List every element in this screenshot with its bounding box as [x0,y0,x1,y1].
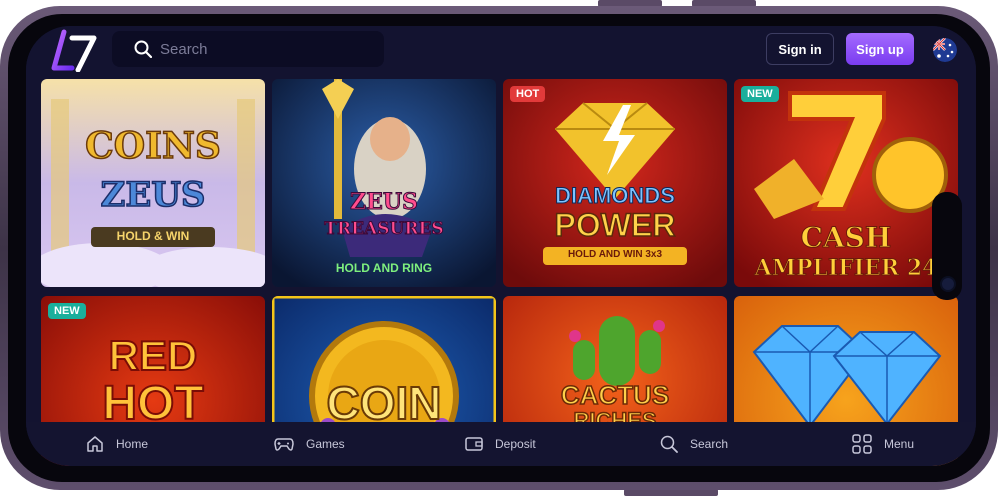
game-title-line2: ZEUS [100,174,206,216]
l7-logo[interactable] [50,28,100,72]
gamepad-icon [274,438,294,451]
game-title-line1: COINS [84,124,221,168]
game-tile-cash-amplifier-24[interactable]: NEW CASH AMPLIFIER 24 [734,79,958,287]
sign-in-button[interactable]: Sign in [766,33,834,65]
game-title-line3: HOLD & WIN [116,229,190,243]
game-tile-zeus-treasures[interactable]: ZEUS TREASURES HOLD AND RING [272,79,496,287]
search-icon [660,435,678,453]
hot-badge: HOT [510,86,546,102]
grid-icon [852,434,872,454]
game-art [272,79,496,287]
search-bar[interactable] [112,31,384,67]
camera-lens [940,276,956,292]
game-title-line2: AMPLIFIER 24 [754,255,938,282]
game-title-line1: DIAMONDS [555,183,676,209]
nav-home-label: Home [116,437,149,451]
screen: Sign in Sign up [26,26,976,466]
new-badge: NEW [741,86,779,102]
game-title-line3: HOLD AND RING [335,261,433,275]
nav-home[interactable]: Home [86,422,148,466]
game-title-line1: CASH [800,221,892,255]
game-title-line3: HOLD AND WIN 3x3 [567,249,663,260]
nav-search[interactable]: Search [660,422,728,466]
new-badge: NEW [48,303,86,319]
bottom-nav: Home Games Deposit Search Menu [26,422,976,466]
nav-games[interactable]: Games [274,422,345,466]
nav-deposit[interactable]: Deposit [465,422,536,466]
nav-menu[interactable]: Menu [852,422,914,466]
game-title-line1: CACTUS [560,379,670,411]
search-input[interactable] [160,31,370,67]
home-icon [87,436,103,452]
game-tile-diamonds-power[interactable]: HOT DIAMONDS POWER HOLD AND WIN 3x3 [503,79,727,287]
game-tile-coins-of-zeus[interactable]: COINS ZEUS HOLD & WIN [41,79,265,287]
sign-up-button[interactable]: Sign up [846,33,914,65]
nav-deposit-label: Deposit [495,437,536,451]
game-title-line2: POWER [554,206,676,244]
camera-notch [932,192,962,300]
game-title-line1: ZEUS [350,189,419,216]
phone-side-button-3 [624,489,718,496]
australia-flag-icon[interactable] [933,38,957,62]
nav-menu-label: Menu [884,437,915,451]
nav-search-label: Search [690,437,729,451]
wallet-icon [465,437,483,451]
game-title-line2: TREASURES [324,219,444,240]
nav-games-label: Games [306,437,345,451]
game-title-line1: RED [108,331,199,380]
search-icon [134,40,152,58]
